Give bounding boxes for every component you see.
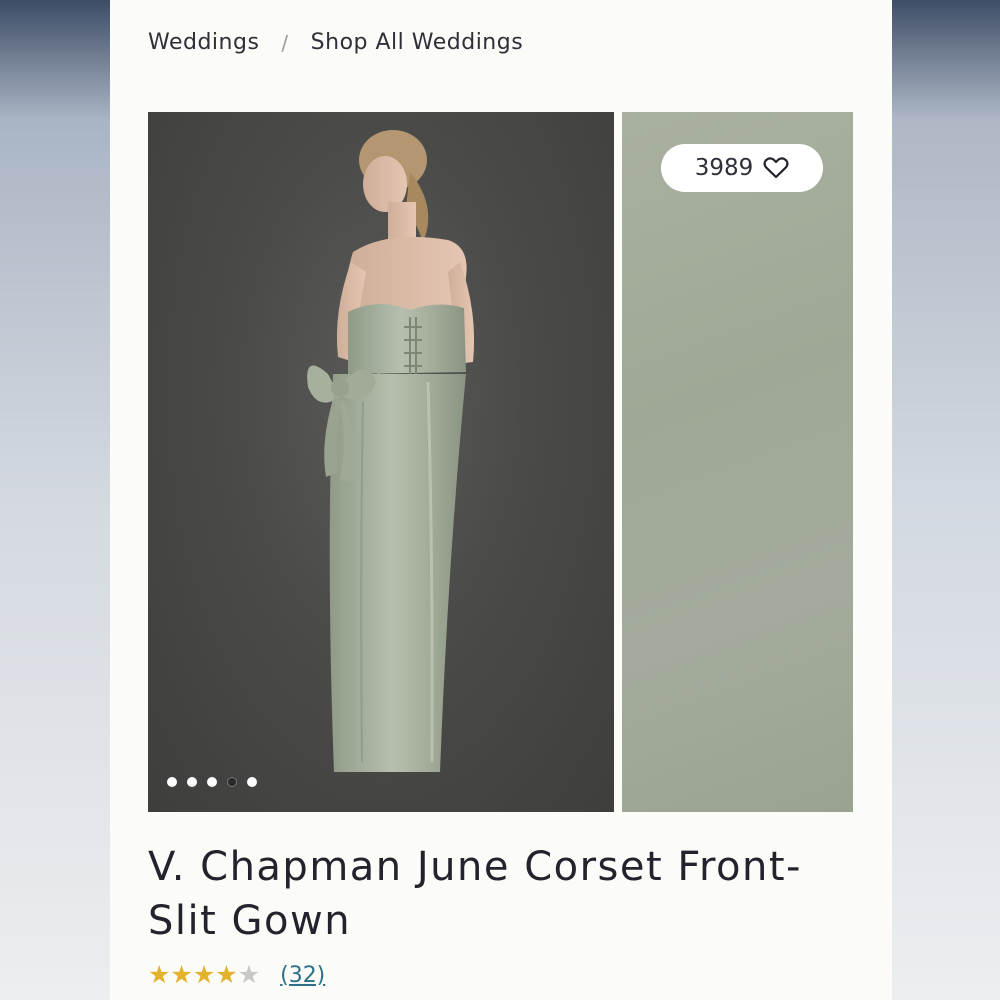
heart-outline-icon [763, 156, 789, 180]
background-right [892, 0, 1000, 1000]
background-left [0, 0, 110, 1000]
breadcrumb-shop-all-weddings[interactable]: Shop All Weddings [311, 30, 524, 55]
reviews-link[interactable]: (32) [280, 963, 325, 988]
carousel-dot[interactable] [207, 777, 217, 787]
breadcrumb: Weddings / Shop All Weddings [148, 30, 523, 55]
carousel-dots [167, 777, 257, 787]
star-rating[interactable]: ★ ★ ★ ★ ★ [148, 960, 260, 990]
breadcrumb-weddings[interactable]: Weddings [148, 30, 259, 55]
product-rating: ★ ★ ★ ★ ★ (32) [148, 960, 325, 990]
model-figure [307, 130, 475, 772]
product-page: Weddings / Shop All Weddings 3989 V. Cha… [110, 0, 892, 1000]
fabric-swatch-image[interactable]: 3989 [622, 112, 853, 812]
carousel-dot[interactable] [247, 777, 257, 787]
star-full-icon: ★ [215, 960, 238, 989]
star-full-icon: ★ [170, 960, 193, 989]
product-main-image[interactable] [148, 112, 614, 812]
star-full-icon: ★ [148, 960, 171, 989]
product-title: V. Chapman June Corset Front-Slit Gown [148, 844, 802, 944]
favorite-button[interactable]: 3989 [661, 144, 823, 192]
breadcrumb-separator: / [281, 30, 289, 55]
star-full-icon: ★ [192, 960, 216, 989]
carousel-dot[interactable] [167, 777, 177, 787]
carousel-dot[interactable] [187, 777, 197, 787]
star-empty-icon: ★ [237, 960, 261, 989]
favorite-count: 3989 [694, 155, 754, 181]
carousel-dot-active[interactable] [227, 777, 237, 787]
